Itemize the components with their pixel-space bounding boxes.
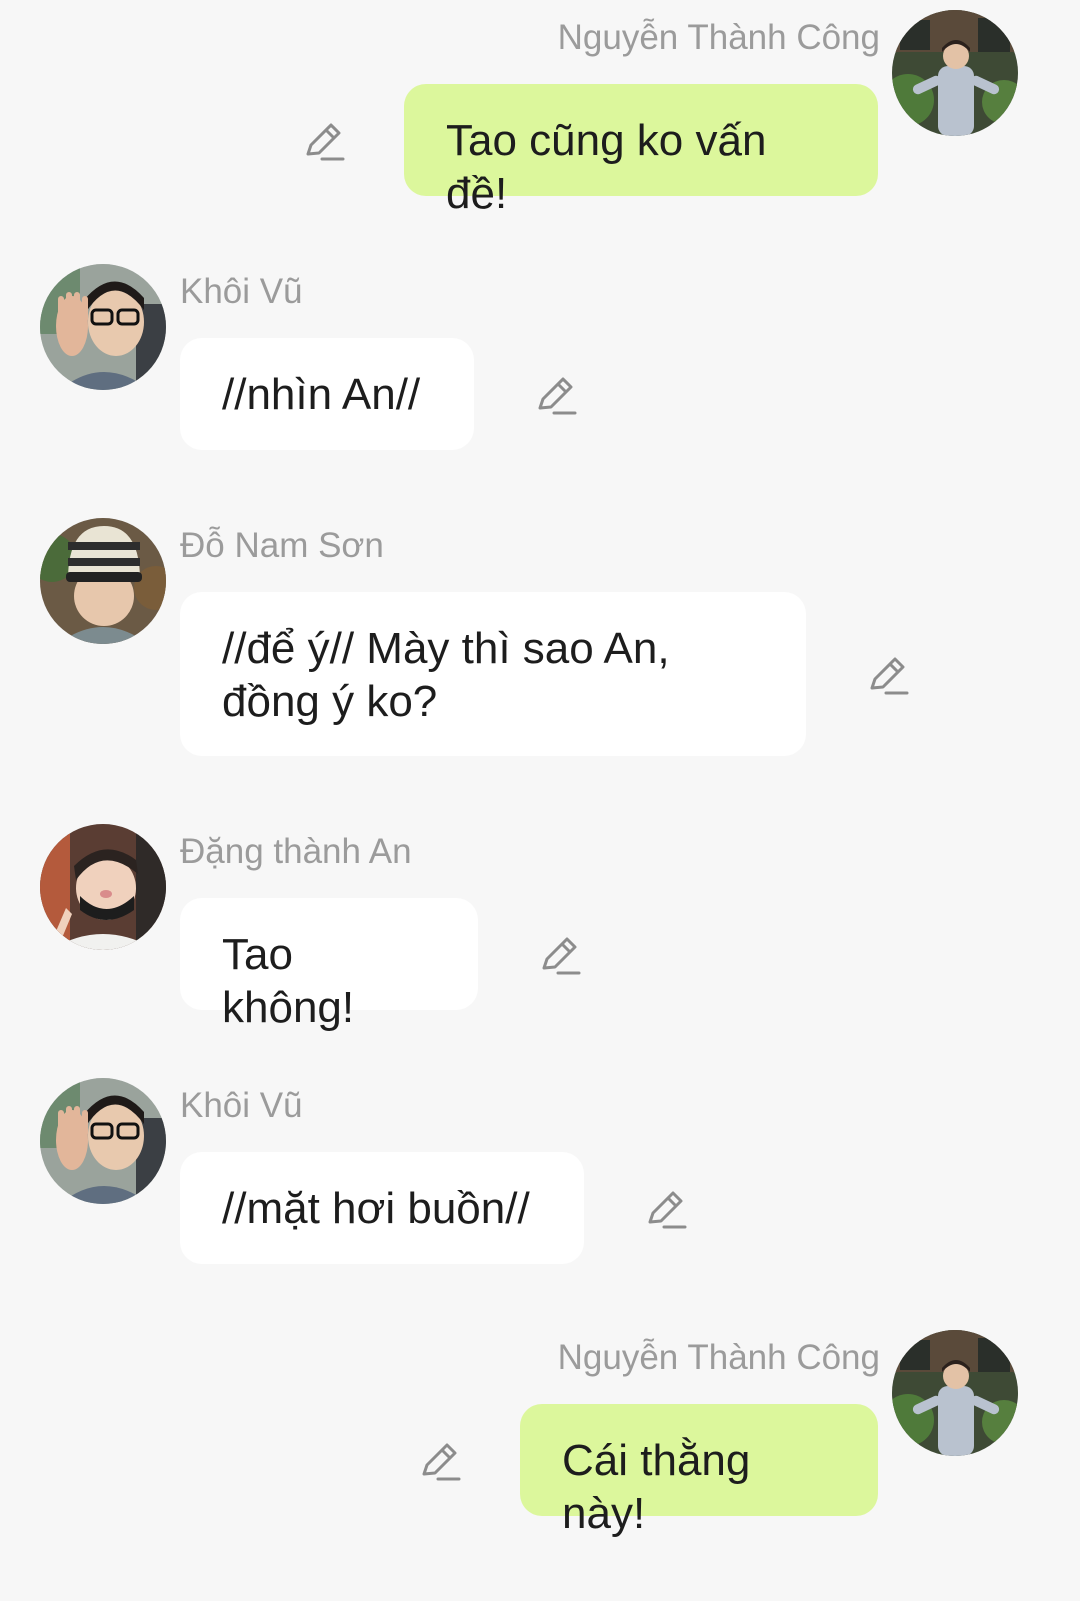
avatar[interactable]	[892, 1330, 1018, 1456]
pencil-icon	[538, 377, 577, 415]
message-bubble[interactable]: Tao không!	[180, 898, 478, 1032]
edit-message-button[interactable]	[644, 1188, 688, 1232]
pencil-icon	[870, 657, 909, 695]
avatar[interactable]	[40, 518, 166, 644]
chat-message-list[interactable]: Nguyễn Thành Công Tao cũng ko vấn đề! Kh…	[0, 0, 1080, 1601]
avatar-photo	[40, 824, 166, 950]
sender-name: Nguyễn Thành Công	[557, 18, 880, 57]
message-text: Tao cũng ko vấn đề!	[446, 116, 767, 218]
pencil-icon	[422, 1443, 461, 1481]
edit-message-button[interactable]	[302, 120, 346, 164]
avatar-photo	[892, 10, 1018, 136]
sender-name: Đỗ Nam Sơn	[180, 526, 384, 565]
message-bubble[interactable]: //nhìn An//	[180, 338, 474, 450]
sender-name: Nguyễn Thành Công	[557, 1338, 880, 1377]
avatar[interactable]	[892, 10, 1018, 136]
message-text: //mặt hơi buồn//	[222, 1184, 530, 1233]
avatar[interactable]	[40, 824, 166, 950]
avatar-photo	[40, 1078, 166, 1204]
avatar[interactable]	[40, 264, 166, 390]
message-bubble[interactable]: Cái thằng này!	[520, 1404, 878, 1538]
message-text: Cái thằng này!	[562, 1436, 751, 1538]
edit-message-button[interactable]	[538, 934, 582, 978]
message-bubble[interactable]: //để ý// Mày thì sao An, đồng ý ko?	[180, 592, 806, 756]
message-bubble[interactable]: //mặt hơi buồn//	[180, 1152, 584, 1264]
edit-message-button[interactable]	[534, 374, 578, 418]
pencil-icon	[648, 1191, 687, 1229]
message-text: //nhìn An//	[222, 370, 421, 419]
pencil-icon	[542, 937, 581, 975]
edit-message-button[interactable]	[418, 1440, 462, 1484]
message-bubble[interactable]: Tao cũng ko vấn đề!	[404, 84, 878, 218]
message-text: //để ý// Mày thì sao An, đồng ý ko?	[222, 624, 670, 726]
sender-name: Khôi Vũ	[180, 272, 303, 311]
pencil-icon	[306, 123, 345, 161]
edit-message-button[interactable]	[866, 654, 910, 698]
avatar[interactable]	[40, 1078, 166, 1204]
avatar-photo	[892, 1330, 1018, 1456]
sender-name: Đặng thành An	[180, 832, 412, 871]
message-text: Tao không!	[222, 930, 355, 1032]
sender-name: Khôi Vũ	[180, 1086, 303, 1125]
avatar-photo	[40, 518, 166, 644]
avatar-photo	[40, 264, 166, 390]
